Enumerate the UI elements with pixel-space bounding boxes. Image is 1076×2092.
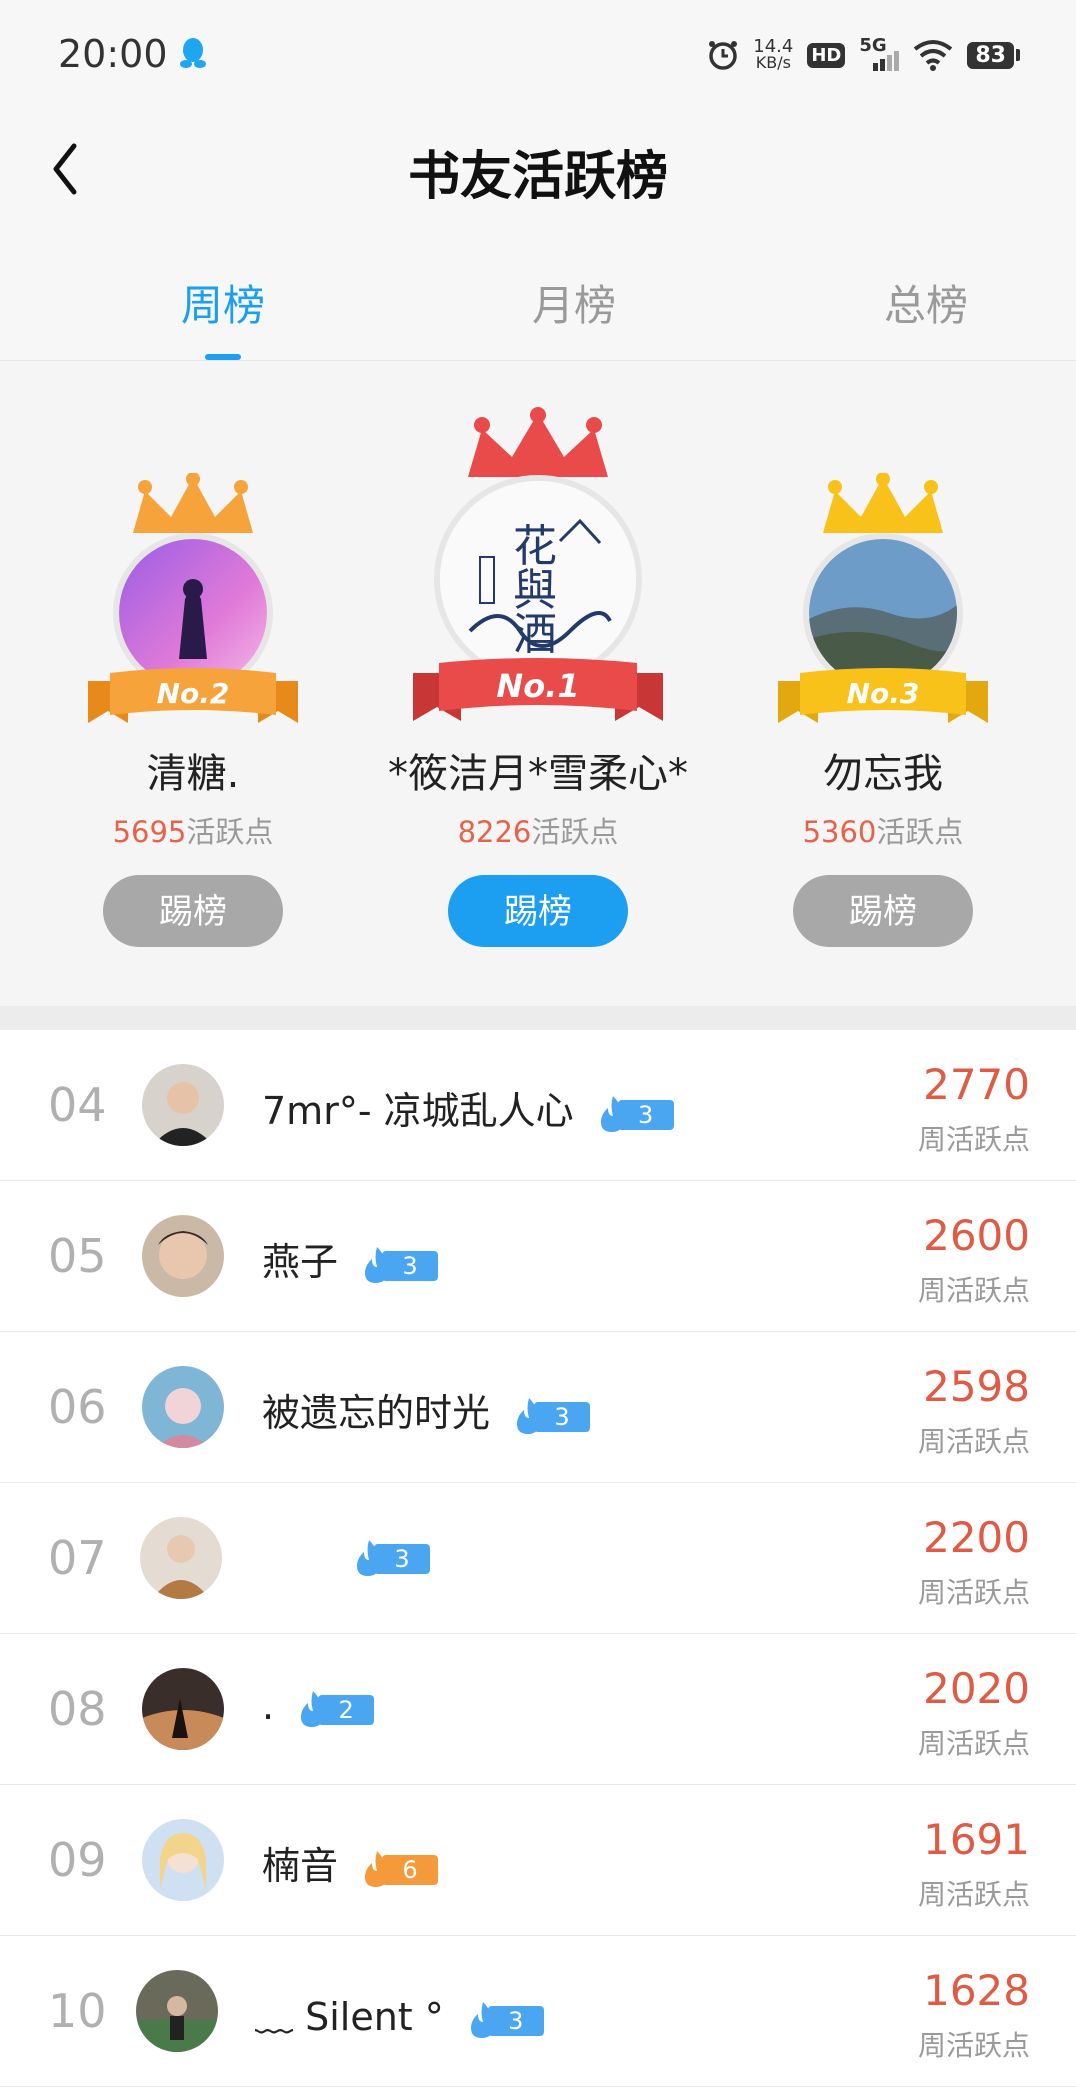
kick-button[interactable]: 踢榜 [793,875,973,947]
list-item[interactable]: 10 ﹏ Silent ° 3 1628 周活跃点 [0,1936,1076,2087]
rank-ribbon: No.1 [413,658,663,721]
user-name: .2 [262,1684,378,1728]
level-badge: 3 [468,2001,548,2038]
status-bar: 20:00 14.4 KB/s HD 5G 83 [0,0,1076,110]
signal-icon: 5G [859,35,900,73]
user-name: ﹏ Silent ° 3 [255,1986,548,2041]
battery-icon: 83 [967,41,1020,69]
avatar[interactable]: 花 與 酒 [434,475,642,683]
list-item[interactable]: 09 楠音 6 1691 周活跃点 [0,1785,1076,1936]
status-time: 20:00 [58,32,168,76]
score-label: 周活跃点 [917,1878,1030,1911]
score-value: 2600 [923,1211,1030,1260]
list-item[interactable]: 06 被遗忘的时光 3 2598 周活跃点 [0,1332,1076,1483]
podium-second: No.2 清糖. 5695活跃点 踢榜 [20,361,366,1006]
user-name: 楠音 6 [262,1835,442,1890]
alarm-icon [709,41,738,70]
section-divider [0,1006,1076,1030]
level-badge: 2 [298,1690,378,1727]
score-value: 2020 [923,1664,1030,1713]
score-value: 1628 [923,1966,1030,2015]
rank-number: 08 [48,1682,107,1736]
svg-text:No.1: No.1 [496,667,579,705]
crown-icon [468,407,608,477]
rank-number: 04 [48,1078,107,1132]
svg-text:No.3: No.3 [847,677,920,710]
level-badge: 6 [362,1850,442,1887]
qq-icon [180,38,206,68]
winner-points: 8226活跃点 [457,815,619,849]
page-title: 书友活跃榜 [407,147,668,207]
score-value: 2770 [923,1060,1030,1109]
winner-name: *筱洁月*雪柔心* [388,751,688,797]
crown-icon [823,473,943,533]
user-name: 燕子 3 [262,1231,442,1286]
rank-number: 05 [48,1229,107,1283]
rank-list: 04 7mr°- 凉城乱人心 3 2770 周活跃点 05 燕子 3 2600 周活… [0,1030,1076,2087]
tab-total[interactable]: 总榜 [826,272,1026,333]
avatar[interactable] [140,1517,222,1599]
list-item[interactable]: 04 7mr°- 凉城乱人心 3 2770 周活跃点 [0,1030,1076,1181]
crown-icon [133,473,253,533]
level-badge: 3 [362,1246,442,1283]
rank-number: 07 [48,1531,107,1585]
list-item[interactable]: 08 .2 2020 周活跃点 [0,1634,1076,1785]
score-label: 周活跃点 [917,1274,1030,1307]
rank-number: 10 [48,1984,107,2038]
tab-monthly[interactable]: 月榜 [474,272,674,333]
status-icons: 14.4 KB/s HD 5G 83 [707,34,1020,76]
svg-text:No.2: No.2 [157,677,230,710]
podium: No.2 清糖. 5695活跃点 踢榜 花 與 酒 No.1 *筱洁月*雪柔心*… [0,361,1076,1006]
user-name: 3 [330,1533,434,1577]
network-speed: 14.4 KB/s [753,36,794,72]
score-label: 周活跃点 [917,1576,1030,1609]
user-name: 7mr°- 凉城乱人心 3 [262,1080,678,1135]
rank-number: 09 [48,1833,107,1887]
avatar[interactable] [142,1819,224,1901]
avatar[interactable] [142,1064,224,1146]
wifi-icon [914,40,953,71]
rank-number: 06 [48,1380,107,1434]
tab-bar: 周榜 月榜 总榜 [0,230,1076,361]
podium-first: 花 與 酒 No.1 *筱洁月*雪柔心* 8226活跃点 踢榜 [365,361,711,1006]
kick-button[interactable]: 踢榜 [448,875,628,947]
winner-points: 5695活跃点 [112,815,274,849]
score-label: 周活跃点 [917,1425,1030,1458]
avatar[interactable] [142,1215,224,1297]
winner-points: 5360活跃点 [802,815,964,849]
score-value: 1691 [923,1815,1030,1864]
avatar[interactable] [136,1970,218,2052]
hd-icon: HD [807,42,846,68]
score-value: 2200 [923,1513,1030,1562]
avatar[interactable] [142,1366,224,1448]
avatar[interactable] [142,1668,224,1750]
tab-weekly[interactable]: 周榜 [123,272,323,333]
list-item[interactable]: 05 燕子 3 2600 周活跃点 [0,1181,1076,1332]
score-label: 周活跃点 [917,1123,1030,1156]
header: 书友活跃榜 [0,110,1076,230]
list-item[interactable]: 07 3 2200 周活跃点 [0,1483,1076,1634]
podium-third: No.3 勿忘我 5360活跃点 踢榜 [710,361,1056,1006]
tab-indicator [205,354,241,360]
winner-name: 勿忘我 [823,751,943,797]
level-badge: 3 [598,1095,678,1132]
rank-ribbon: No.3 [778,668,988,723]
winner-name: 清糖. [146,751,240,797]
rank-ribbon: No.2 [88,668,298,723]
level-badge: 3 [354,1539,434,1576]
user-name: 被遗忘的时光 3 [262,1382,594,1437]
score-label: 周活跃点 [917,2029,1030,2062]
level-badge: 3 [514,1397,594,1434]
score-value: 2598 [923,1362,1030,1411]
score-label: 周活跃点 [917,1727,1030,1760]
kick-button[interactable]: 踢榜 [103,875,283,947]
